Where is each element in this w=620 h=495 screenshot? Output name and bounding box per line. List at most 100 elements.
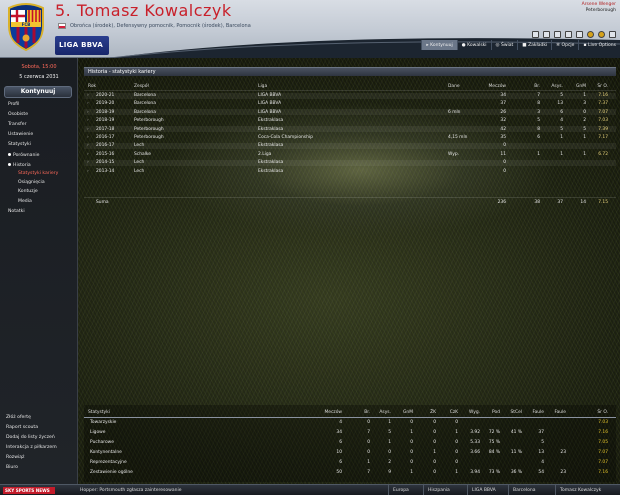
career-cell[interactable]: Barcelona (134, 101, 156, 106)
help-icon[interactable] (609, 31, 616, 38)
sidebar-item-5[interactable]: Porównanie (8, 153, 40, 158)
stats-cell: 73 % (488, 470, 500, 475)
career-cell[interactable]: Lech (134, 143, 144, 148)
stats-col-header[interactable]: Meczów (325, 410, 343, 415)
coin-icon[interactable] (587, 31, 594, 38)
continue-button[interactable]: Kontynuuj (4, 86, 72, 98)
career-cell: 5 (583, 126, 586, 132)
stats-cell: 1 (455, 430, 458, 435)
stats-col-header[interactable]: StCel (511, 410, 523, 415)
toolbar-bookmarks[interactable]: ■ Zakładki (517, 40, 551, 50)
career-cell[interactable]: LIGA BBVA (258, 93, 281, 98)
table-row-band (84, 92, 616, 99)
sidebar-item-3[interactable]: Ustawienie (8, 132, 33, 137)
career-cell[interactable]: Schalke (134, 152, 151, 157)
toolbar-world[interactable]: ◎ Świat (490, 40, 518, 50)
career-cell[interactable]: Ekstraklasa (258, 160, 283, 165)
career-col-header[interactable]: Br. (534, 84, 540, 89)
career-col-header[interactable]: Asys. (551, 84, 563, 89)
sidebar-item-8[interactable]: Osiągnięcia (18, 180, 45, 185)
calendar-icon[interactable] (576, 31, 583, 38)
table-row-band (84, 159, 616, 166)
stats-col-header[interactable]: ŻK (430, 410, 436, 415)
row-arrow-icon: › (87, 93, 89, 98)
news-ticker[interactable]: Hopper: Portsmouth zgłasza zainteresowan… (80, 488, 181, 493)
stats-col-header[interactable]: GnM (403, 410, 413, 415)
stats-col-header[interactable]: Faule (554, 410, 566, 415)
footer-breadcrumb-4[interactable]: Tomasz Kowalczyk (560, 488, 601, 493)
sidebar-item-10[interactable]: Media (18, 199, 32, 204)
career-cell[interactable]: Lech (134, 160, 144, 165)
sidebar-item-4[interactable]: Statystyki (8, 142, 31, 147)
sidebar-item-7[interactable]: Statystyki kariery (18, 171, 58, 176)
stats-cell: 1 (455, 470, 458, 475)
career-cell[interactable]: LIGA BBVA (258, 110, 281, 115)
career-cell[interactable]: Barcelona (134, 93, 156, 98)
stats-col-header[interactable]: Br. (364, 410, 370, 415)
toolbar-options[interactable]: ✲ Opcje (551, 40, 578, 50)
forward-icon[interactable] (554, 31, 561, 38)
career-cell[interactable]: Peterborough (134, 127, 164, 132)
career-col-header[interactable]: Zespół (134, 84, 149, 89)
sidebar-action-2[interactable]: Dodaj do listy życzeń (6, 435, 55, 440)
stats-col-header[interactable]: Pod (492, 410, 500, 415)
sidebar-item-1[interactable]: Osobiste (8, 112, 28, 117)
career-cell[interactable]: Lech (134, 169, 144, 174)
footer-breadcrumb-0[interactable]: Europa (393, 488, 409, 493)
mail-icon[interactable] (565, 31, 572, 38)
career-col-header[interactable]: Śr O. (597, 84, 608, 89)
stats-col-header[interactable]: CzK (450, 410, 458, 415)
sidebar-item-0[interactable]: Profil (8, 102, 19, 107)
manager-name[interactable]: Arsene Wenger (582, 2, 616, 7)
toolbar-live-options[interactable]: ▪ Live Options (578, 40, 620, 50)
settings-icon[interactable] (598, 31, 605, 38)
career-cell[interactable]: Barcelona (134, 110, 156, 115)
stats-col-header[interactable]: Statystyki (88, 410, 110, 415)
career-cell: 2019-20 (96, 101, 115, 107)
stats-cell: 7 (367, 430, 370, 435)
stats-col-header[interactable]: Asys. (379, 410, 391, 415)
sidebar-item-2[interactable]: Transfer (8, 122, 26, 127)
toolbar-continue[interactable]: ▸ Kontynuuj (421, 40, 457, 50)
manager-club[interactable]: Peterborough (586, 8, 616, 13)
stats-col-header[interactable]: Faule (532, 410, 544, 415)
sidebar-item-9[interactable]: Kontuzje (18, 189, 38, 194)
career-col-header[interactable]: Dane (448, 84, 460, 89)
sidebar-action-1[interactable]: Raport scouta (6, 425, 38, 430)
career-cell[interactable]: Ekstraklasa (258, 169, 283, 174)
footer-breadcrumb-1[interactable]: Hiszpania (428, 488, 450, 493)
career-cell[interactable]: Coca-Cola Championship (258, 135, 313, 140)
career-col-header[interactable]: GnM (576, 84, 586, 89)
back-icon[interactable] (543, 31, 550, 38)
sidebar-item-label: Statystyki (8, 142, 31, 147)
home-icon[interactable] (532, 31, 539, 38)
stats-cell: 0 (367, 440, 370, 445)
career-cell[interactable]: Ekstraklasa (258, 127, 283, 132)
career-col-header[interactable]: Liga (258, 84, 267, 89)
sidebar-item-11[interactable]: Notatki (8, 209, 25, 214)
stats-cell: 1 (410, 430, 413, 435)
sidebar: Sobota, 15:00 5 czerwca 2031 Kontynuuj P… (0, 58, 78, 484)
sidebar-action-3[interactable]: Interakcja z piłkarzem (6, 445, 57, 450)
stats-col-header[interactable]: Wyg. (469, 410, 480, 415)
career-cell[interactable]: LIGA BBVA (258, 101, 281, 106)
career-col-header[interactable]: Meczów (489, 84, 507, 89)
stats-cell: 5.33 (470, 440, 480, 445)
current-date-full: 5 czerwca 2031 (19, 74, 59, 80)
stats-cell: Pucharowe (90, 440, 114, 445)
stats-col-header[interactable]: Śr O. (597, 410, 608, 415)
sidebar-action-4[interactable]: Rozwiąż (6, 455, 24, 460)
toolbar-manager[interactable]: ● Kowalski (456, 40, 491, 50)
career-cell[interactable]: Ekstraklasa (258, 143, 283, 148)
footer-breadcrumb-3[interactable]: Barcelona (513, 488, 535, 493)
career-cell[interactable]: Ekstraklasa (258, 118, 283, 123)
sidebar-item-6[interactable]: Historia (8, 163, 31, 168)
career-cell[interactable]: Peterborough (134, 135, 164, 140)
table-row-band (84, 109, 616, 116)
sidebar-action-5[interactable]: Biuro (6, 465, 18, 470)
sidebar-action-0[interactable]: Złóż ofertę (6, 415, 31, 420)
footer-breadcrumb-2[interactable]: LIGA BBVA (472, 488, 496, 493)
career-cell[interactable]: Peterborough (134, 118, 164, 123)
career-cell[interactable]: 2.Liga (258, 152, 271, 157)
career-col-header[interactable]: Rok (88, 84, 96, 89)
